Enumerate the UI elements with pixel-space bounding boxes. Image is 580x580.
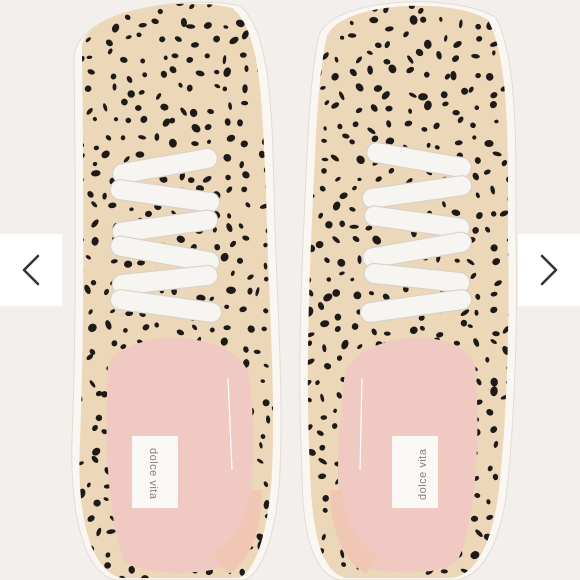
chevron-left-icon	[22, 254, 40, 286]
right-sneaker: dolce vita	[299, 1, 518, 580]
product-image: dolce vita dolce vita	[0, 0, 580, 580]
previous-image-button[interactable]	[0, 234, 62, 306]
product-image-carousel[interactable]: dolce vita dolce vita	[0, 0, 580, 580]
insole-brand-text-right: dolce vita	[417, 448, 429, 500]
next-image-button[interactable]	[518, 234, 580, 306]
left-sneaker: dolce vita	[71, 1, 282, 580]
chevron-right-icon	[540, 254, 558, 286]
insole-brand-text-left: dolce vita	[147, 448, 159, 500]
